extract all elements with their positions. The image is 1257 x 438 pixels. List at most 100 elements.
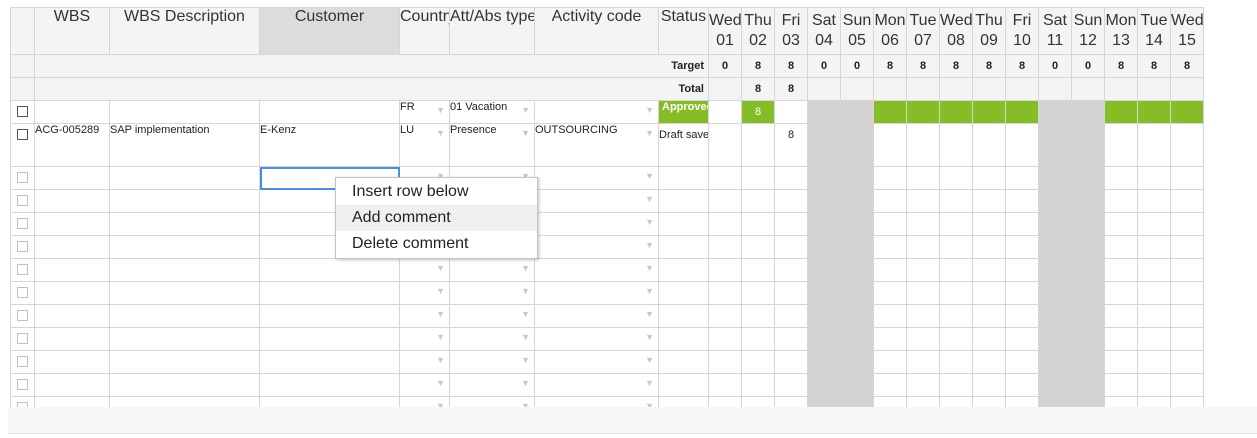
hours-cell[interactable] — [972, 350, 1006, 374]
row-checkbox[interactable] — [17, 356, 28, 367]
hours-cell[interactable] — [1071, 166, 1105, 190]
hours-cell[interactable] — [972, 304, 1006, 328]
hours-cell[interactable] — [939, 100, 973, 124]
menu-item-insert-row-below[interactable]: Insert row below — [336, 179, 537, 205]
hours-cell[interactable] — [807, 100, 841, 124]
hours-cell[interactable] — [774, 304, 808, 328]
cell-wbs-description[interactable]: SAP implementation — [109, 123, 260, 167]
hours-cell[interactable] — [873, 396, 907, 407]
hours-cell[interactable] — [1104, 327, 1138, 351]
dropdown-arrow-icon[interactable]: ▼ — [521, 286, 530, 296]
hours-cell[interactable] — [774, 166, 808, 190]
cell-customer[interactable] — [259, 281, 400, 305]
hours-cell[interactable] — [906, 304, 940, 328]
hours-cell[interactable] — [1170, 166, 1204, 190]
cell-activity-code[interactable]: ▼ — [534, 373, 659, 397]
cell-att-abs-type[interactable]: ▼ — [449, 373, 535, 397]
row-checkbox[interactable] — [17, 241, 28, 252]
hours-cell[interactable] — [708, 100, 742, 124]
hours-cell[interactable] — [1071, 396, 1105, 407]
hours-cell[interactable] — [1038, 235, 1072, 259]
hours-cell[interactable] — [1005, 123, 1039, 167]
hours-cell[interactable] — [774, 258, 808, 282]
hours-cell[interactable] — [1104, 235, 1138, 259]
hours-cell[interactable] — [1170, 350, 1204, 374]
cell-att-abs-type[interactable]: Presence ▼ — [449, 123, 535, 167]
hours-cell[interactable] — [1137, 281, 1171, 305]
hours-cell[interactable] — [840, 123, 874, 167]
menu-item-delete-comment[interactable]: Delete comment — [336, 231, 537, 257]
hours-cell[interactable] — [708, 304, 742, 328]
hours-cell[interactable] — [939, 189, 973, 213]
hours-cell[interactable] — [840, 235, 874, 259]
hours-cell[interactable] — [972, 235, 1006, 259]
hours-cell[interactable] — [807, 235, 841, 259]
hours-cell[interactable] — [939, 123, 973, 167]
row-checkbox[interactable] — [17, 172, 28, 183]
dropdown-arrow-icon[interactable]: ▼ — [645, 105, 654, 115]
cell-wbs[interactable] — [34, 166, 110, 190]
cell-country[interactable]: ▼ — [399, 327, 450, 351]
hours-cell[interactable] — [840, 281, 874, 305]
hours-cell[interactable] — [1104, 281, 1138, 305]
cell-wbs-description[interactable] — [109, 166, 260, 190]
hours-cell[interactable] — [1104, 350, 1138, 374]
hours-cell[interactable] — [1005, 350, 1039, 374]
hours-cell[interactable] — [1005, 212, 1039, 236]
cell-wbs-description[interactable] — [109, 212, 260, 236]
hours-cell[interactable] — [1005, 189, 1039, 213]
hours-cell[interactable] — [939, 396, 973, 407]
hours-cell[interactable] — [1137, 396, 1171, 407]
hours-cell[interactable] — [873, 373, 907, 397]
cell-att-abs-type[interactable]: ▼ — [449, 258, 535, 282]
hours-cell[interactable] — [972, 396, 1006, 407]
cell-wbs[interactable] — [34, 350, 110, 374]
hours-cell[interactable] — [774, 189, 808, 213]
hours-cell[interactable] — [873, 304, 907, 328]
hours-cell[interactable] — [708, 396, 742, 407]
hours-cell[interactable] — [939, 350, 973, 374]
cell-activity-code[interactable]: ▼ — [534, 100, 659, 124]
hours-cell[interactable] — [972, 258, 1006, 282]
hours-cell[interactable] — [708, 123, 742, 167]
hours-cell[interactable] — [741, 123, 775, 167]
column-header-wbs-description[interactable]: WBS Description — [109, 7, 260, 55]
cell-customer[interactable] — [259, 373, 400, 397]
cell-country[interactable]: ▼ — [399, 258, 450, 282]
hours-cell[interactable] — [972, 373, 1006, 397]
cell-att-abs-type[interactable]: ▼ — [449, 396, 535, 407]
hours-cell[interactable] — [774, 396, 808, 407]
hours-cell[interactable] — [939, 258, 973, 282]
row-checkbox[interactable] — [17, 195, 28, 206]
hours-cell[interactable] — [873, 212, 907, 236]
hours-cell[interactable] — [972, 166, 1006, 190]
hours-cell[interactable] — [1137, 350, 1171, 374]
hours-cell[interactable] — [807, 123, 841, 167]
cell-att-abs-type[interactable]: ▼ — [449, 350, 535, 374]
hours-cell[interactable] — [1038, 123, 1072, 167]
hours-cell[interactable] — [1170, 396, 1204, 407]
hours-cell[interactable] — [774, 212, 808, 236]
hours-cell[interactable] — [840, 304, 874, 328]
horizontal-scrollbar[interactable] — [8, 407, 1257, 434]
hours-cell[interactable] — [741, 258, 775, 282]
hours-cell[interactable] — [1038, 258, 1072, 282]
hours-cell[interactable] — [840, 373, 874, 397]
hours-cell[interactable] — [1137, 189, 1171, 213]
hours-cell[interactable] — [939, 304, 973, 328]
hours-cell[interactable] — [807, 281, 841, 305]
hours-cell[interactable] — [906, 100, 940, 124]
cell-customer[interactable] — [259, 258, 400, 282]
hours-cell[interactable] — [906, 327, 940, 351]
hours-cell[interactable] — [807, 212, 841, 236]
dropdown-arrow-icon[interactable]: ▼ — [521, 378, 530, 388]
cell-country[interactable]: ▼ — [399, 281, 450, 305]
hours-cell[interactable] — [1170, 327, 1204, 351]
cell-att-abs-type[interactable]: 01 Vacation ▼ — [449, 100, 535, 124]
hours-cell[interactable] — [1170, 100, 1204, 124]
hours-cell[interactable] — [873, 235, 907, 259]
row-checkbox[interactable] — [17, 106, 28, 117]
hours-cell[interactable] — [1104, 100, 1138, 124]
hours-cell[interactable] — [774, 100, 808, 124]
hours-cell[interactable] — [1071, 373, 1105, 397]
